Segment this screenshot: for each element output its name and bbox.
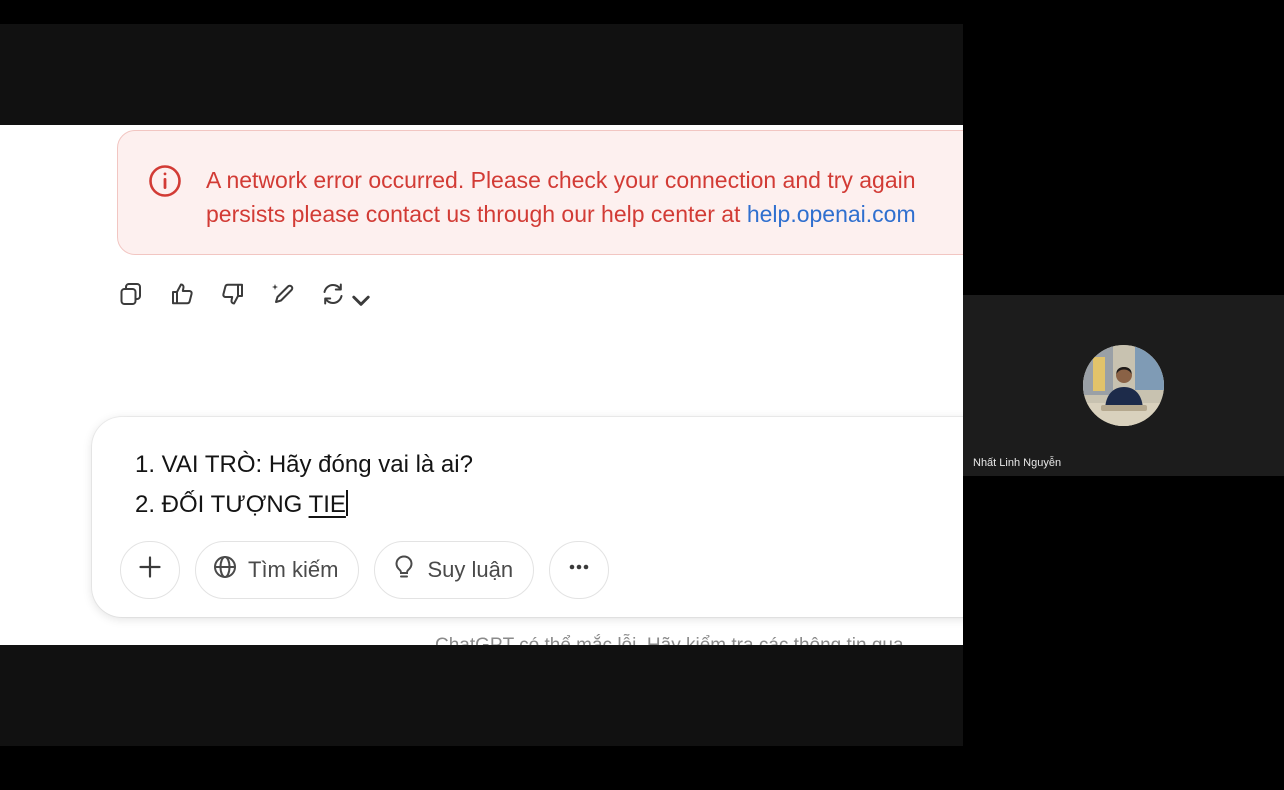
plus-icon (137, 554, 163, 586)
bottom-letterbox (0, 746, 1284, 790)
copy-icon (118, 281, 144, 312)
message-composer[interactable]: 1. VAI TRÒ: Hãy đóng vai là ai? 2. ĐỐI T… (92, 417, 963, 617)
bad-response-button[interactable] (218, 281, 248, 311)
participant-avatar (1083, 345, 1164, 426)
globe-icon (212, 554, 248, 586)
edit-in-canvas-button[interactable] (269, 281, 299, 311)
reason-button[interactable]: Suy luận (374, 541, 535, 599)
disclaimer-text: ChatGPT có thể mắc lỗi. Hãy kiểm tra các… (435, 635, 904, 645)
prompt-input[interactable]: 1. VAI TRÒ: Hãy đóng vai là ai? 2. ĐỐI T… (135, 445, 473, 525)
participant-video-tile[interactable]: Nhất Linh Nguyễn (963, 295, 1284, 476)
copy-button[interactable] (116, 281, 146, 311)
more-tools-button[interactable] (549, 541, 610, 599)
add-attachment-button[interactable] (120, 541, 180, 599)
prompt-line-2-text: 2. ĐỐI TƯỢNG (135, 491, 309, 518)
composer-toolbar: Tìm kiếm Suy luận (120, 541, 624, 599)
search-button-label: Tìm kiếm (248, 557, 339, 582)
lightbulb-icon (391, 554, 427, 586)
info-alert-icon (148, 164, 182, 198)
error-message-line-1: A network error occurred. Please check y… (206, 167, 916, 193)
top-letterbox (0, 0, 1284, 24)
reason-button-label: Suy luận (427, 557, 514, 582)
help-center-link[interactable]: help.openai.com (747, 201, 916, 227)
error-message-line-2: persists please contact us through our h… (206, 197, 963, 231)
chat-viewport: A network error occurred. Please check y… (0, 125, 963, 645)
search-button[interactable]: Tìm kiếm (195, 541, 360, 599)
regenerate-icon (320, 281, 346, 312)
message-action-row (116, 281, 387, 311)
prompt-line-2: 2. ĐỐI TƯỢNG TIE (135, 485, 473, 525)
network-error-banner: A network error occurred. Please check y… (117, 130, 963, 255)
thumbs-down-icon (220, 281, 246, 312)
error-message: A network error occurred. Please check y… (206, 163, 963, 231)
error-message-line-2-text: persists please contact us through our h… (206, 201, 747, 227)
chevron-down-icon (348, 287, 370, 306)
prompt-line-1: 1. VAI TRÒ: Hãy đóng vai là ai? (135, 451, 473, 478)
participant-name: Nhất Linh Nguyễn (973, 457, 1062, 469)
shared-screen: A network error occurred. Please check y… (0, 24, 963, 746)
more-horizontal-icon (566, 554, 592, 586)
edit-in-canvas-icon (271, 281, 297, 312)
good-response-button[interactable] (167, 281, 197, 311)
misspelled-word: TIE (308, 491, 346, 518)
regenerate-button[interactable] (320, 281, 370, 312)
text-caret (345, 490, 348, 516)
thumbs-up-icon (169, 281, 195, 312)
